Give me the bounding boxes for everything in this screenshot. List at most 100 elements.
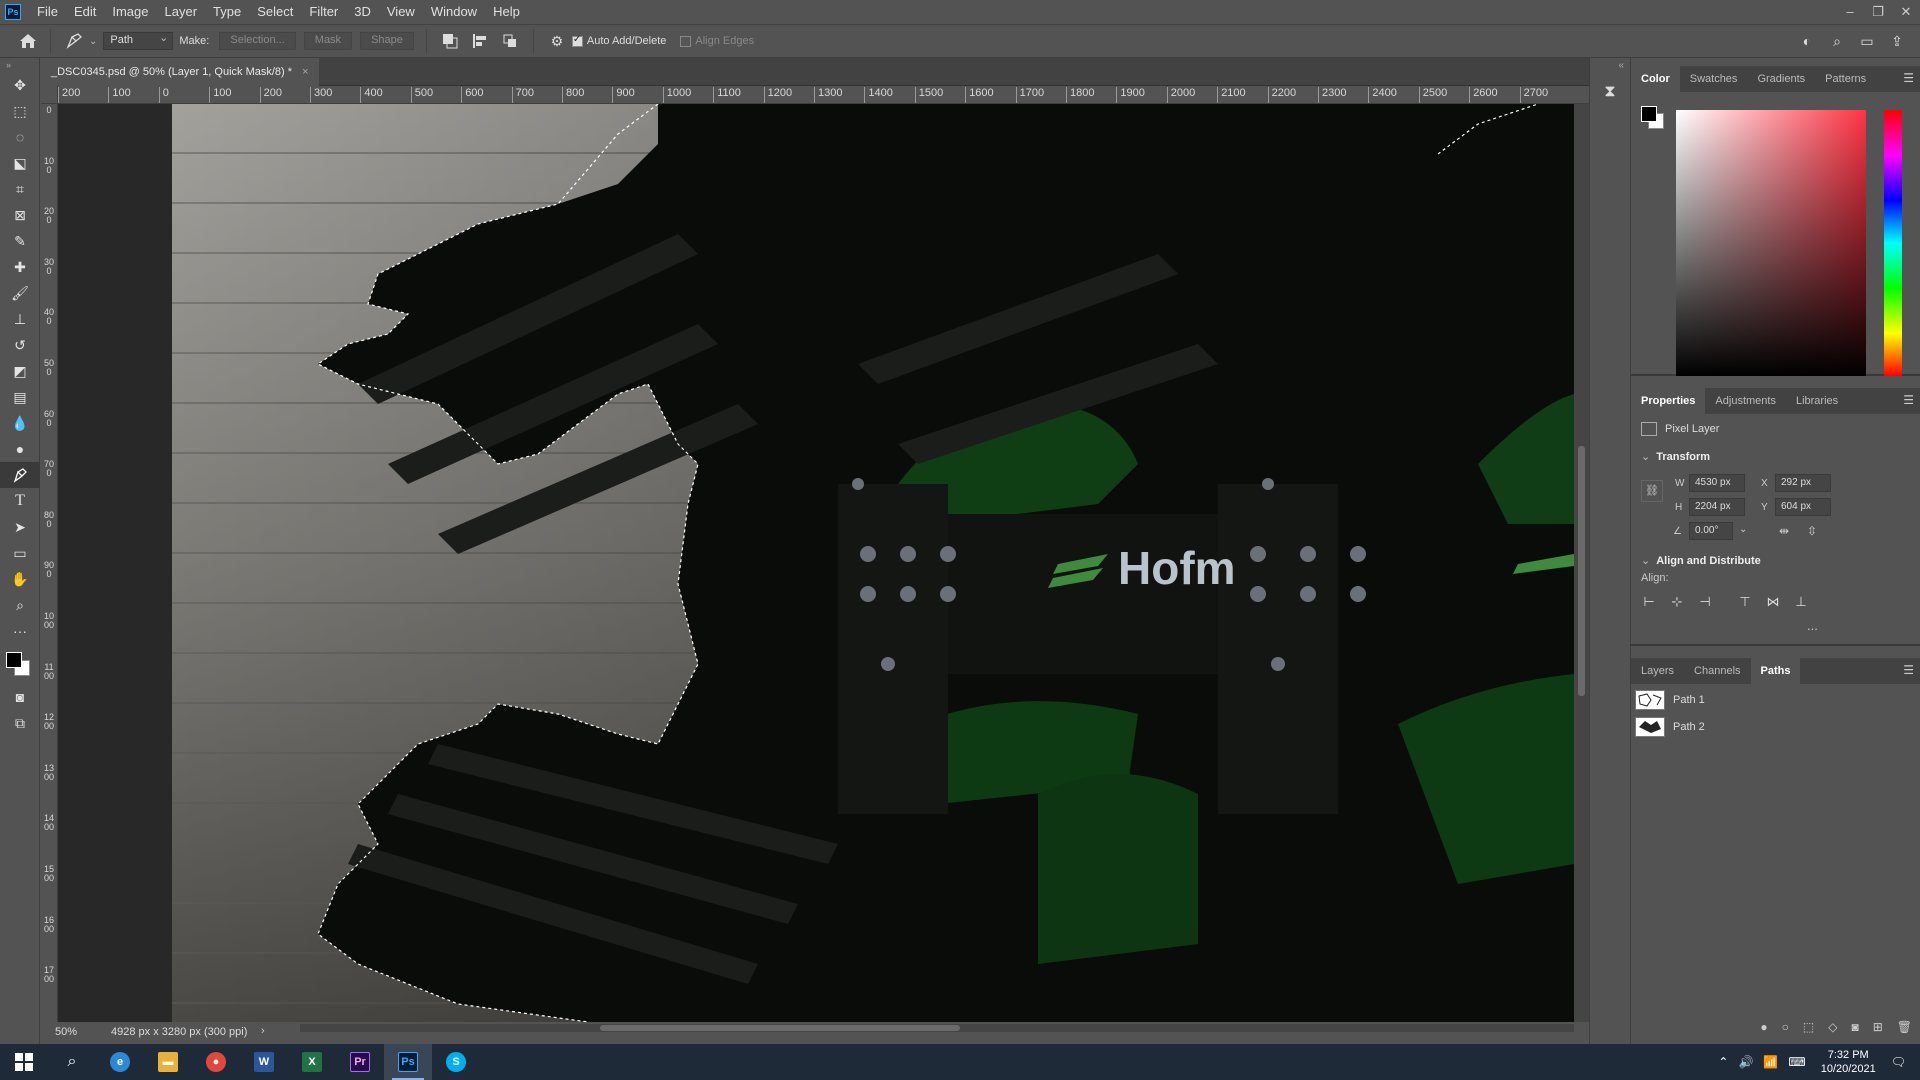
search-icon[interactable]: ⌕ — [1822, 29, 1852, 53]
menu-filter[interactable]: Filter — [301, 0, 346, 24]
tab-patterns[interactable]: Patterns — [1815, 66, 1876, 92]
menu-layer[interactable]: Layer — [157, 0, 206, 24]
path-selection-tool-icon[interactable]: ➤ — [0, 514, 40, 540]
menu-view[interactable]: View — [379, 0, 423, 24]
screen-mode-icon[interactable]: ⧉ — [0, 710, 40, 736]
start-icon[interactable] — [0, 1044, 48, 1080]
history-panel-icon[interactable]: ⧗ — [1599, 83, 1621, 105]
share-icon[interactable]: ⇪ — [1882, 29, 1912, 53]
clone-stamp-tool-icon[interactable]: ⊥ — [0, 306, 40, 332]
workspace-icon[interactable]: ▭ — [1852, 29, 1882, 53]
menu-3d[interactable]: 3D — [346, 0, 379, 24]
rectangle-tool-icon[interactable]: ▭ — [0, 540, 40, 566]
width-field[interactable]: 4530 px — [1689, 474, 1745, 492]
height-field[interactable]: 2204 px — [1689, 498, 1745, 516]
align-right-icon[interactable]: ⊣ — [1697, 594, 1713, 610]
share-user-icon[interactable]: ◐ — [1792, 29, 1822, 53]
clock[interactable]: 7:32 PM 10/20/2021 — [1821, 1048, 1876, 1076]
menu-help[interactable]: Help — [485, 0, 528, 24]
align-section-title[interactable]: ⌄ Align and Distribute — [1641, 554, 1761, 567]
path-arrangement-icon[interactable] — [499, 30, 521, 52]
eyedropper-tool-icon[interactable]: ✎ — [0, 228, 40, 254]
healing-brush-tool-icon[interactable]: ✚ — [0, 254, 40, 280]
y-field[interactable]: 604 px — [1775, 498, 1831, 516]
stroke-path-icon[interactable]: ○ — [1782, 1020, 1789, 1034]
minimize-icon[interactable]: – — [1836, 0, 1864, 24]
volume-icon[interactable]: 🔊 — [1738, 1055, 1753, 1069]
path-alignment-icon[interactable] — [469, 30, 491, 52]
hand-tool-icon[interactable]: ✋ — [0, 566, 40, 592]
more-tools-icon[interactable]: ··· — [0, 618, 40, 644]
wifi-icon[interactable]: 📶 — [1763, 1055, 1778, 1069]
tab-layers[interactable]: Layers — [1631, 658, 1684, 684]
file-explorer-icon[interactable]: ▬ — [144, 1044, 192, 1080]
scroll-thumb[interactable] — [1578, 446, 1585, 696]
flip-horizontal-icon[interactable]: ⇹ — [1779, 524, 1789, 538]
panel-menu-icon[interactable]: ☰ — [1903, 663, 1914, 677]
pen-tool-preset-icon[interactable] — [63, 30, 85, 52]
transform-section-title[interactable]: ⌄ Transform — [1641, 450, 1710, 463]
skype-icon[interactable]: S — [432, 1044, 480, 1080]
make-selection-button[interactable]: Selection... — [219, 32, 296, 50]
excel-icon[interactable]: X — [288, 1044, 336, 1080]
tab-channels[interactable]: Channels — [1684, 658, 1750, 684]
hue-slider[interactable] — [1884, 110, 1902, 376]
angle-field[interactable]: 0.00° — [1689, 522, 1733, 540]
restore-icon[interactable]: ❐ — [1864, 0, 1892, 24]
foreground-swatch[interactable] — [1641, 106, 1657, 122]
crop-tool-icon[interactable]: ⌗ — [0, 176, 40, 202]
eraser-tool-icon[interactable]: ◩ — [0, 358, 40, 384]
color-picker-field[interactable] — [1676, 110, 1866, 376]
premiere-icon[interactable]: Pr — [336, 1044, 384, 1080]
align-vertical-center-icon[interactable]: ⋈ — [1765, 594, 1781, 610]
pen-tool-icon[interactable] — [0, 462, 40, 488]
foreground-color[interactable] — [6, 652, 22, 668]
tab-adjustments[interactable]: Adjustments — [1705, 388, 1786, 414]
document-tab[interactable]: _DSC0345.psd @ 50% (Layer 1, Quick Mask/… — [41, 58, 319, 86]
close-icon[interactable]: × — [302, 58, 308, 86]
tool-mode-select[interactable]: Path — [103, 31, 174, 50]
chevron-down-icon[interactable]: ⌄ — [1739, 524, 1747, 535]
home-icon[interactable] — [14, 27, 42, 55]
tab-gradients[interactable]: Gradients — [1747, 66, 1815, 92]
menu-type[interactable]: Type — [205, 0, 249, 24]
tab-properties[interactable]: Properties — [1631, 388, 1706, 414]
tab-swatches[interactable]: Swatches — [1680, 66, 1748, 92]
scroll-thumb[interactable] — [600, 1025, 960, 1031]
align-horizontal-center-icon[interactable]: ⊹ — [1669, 594, 1685, 610]
new-path-icon[interactable]: ⊞ — [1873, 1020, 1883, 1034]
chevron-up-icon[interactable]: ⌃ — [1718, 1055, 1728, 1069]
fill-path-icon[interactable]: ● — [1760, 1020, 1767, 1034]
collapse-panels-icon[interactable]: « — [1590, 58, 1630, 73]
marquee-tool-icon[interactable]: ⬚ — [0, 98, 40, 124]
edge-icon[interactable]: e — [96, 1044, 144, 1080]
align-edges-checkbox[interactable] — [680, 35, 692, 47]
vertical-ruler[interactable]: 0 100 200 300 400 500 600 700 800 900 1000 1100 1200… — [41, 104, 58, 1022]
gradient-tool-icon[interactable]: ▤ — [0, 384, 40, 410]
menu-file[interactable]: File — [29, 0, 66, 24]
history-brush-tool-icon[interactable]: ↺ — [0, 332, 40, 358]
lasso-tool-icon[interactable]: ◌ — [0, 124, 40, 150]
brush-tool-icon[interactable]: 🖌 — [0, 280, 40, 306]
move-tool-icon[interactable]: ✥ — [0, 72, 40, 98]
zoom-tool-icon[interactable]: ⌕ — [0, 592, 40, 618]
make-shape-button[interactable]: Shape — [360, 32, 414, 50]
more-options-button[interactable]: ... — [1807, 618, 1818, 633]
path-row[interactable]: Path 2 — [1631, 713, 1920, 740]
link-dimensions-icon[interactable]: ⛓ — [1641, 480, 1663, 502]
align-left-icon[interactable]: ⊢ — [1641, 594, 1657, 610]
dodge-tool-icon[interactable]: ● — [0, 436, 40, 462]
add-mask-icon[interactable]: ◙ — [1851, 1020, 1858, 1034]
quick-mask-icon[interactable]: ◙ — [0, 684, 40, 710]
tab-color[interactable]: Color — [1631, 66, 1680, 92]
vertical-scrollbar[interactable] — [1574, 104, 1589, 1022]
notifications-icon[interactable]: 🗨 — [1891, 1055, 1906, 1069]
flip-vertical-icon[interactable]: ⇳ — [1807, 524, 1817, 538]
canvas-area[interactable]: Hofm — [58, 104, 1574, 1022]
auto-add-delete-checkbox[interactable] — [571, 34, 583, 47]
blur-tool-icon[interactable]: 💧 — [0, 410, 40, 436]
document-image[interactable]: Hofm — [58, 104, 1574, 1022]
close-icon[interactable]: ✕ — [1892, 0, 1920, 24]
panel-menu-icon[interactable]: ☰ — [1903, 71, 1914, 85]
horizontal-scrollbar[interactable] — [300, 1024, 1574, 1032]
